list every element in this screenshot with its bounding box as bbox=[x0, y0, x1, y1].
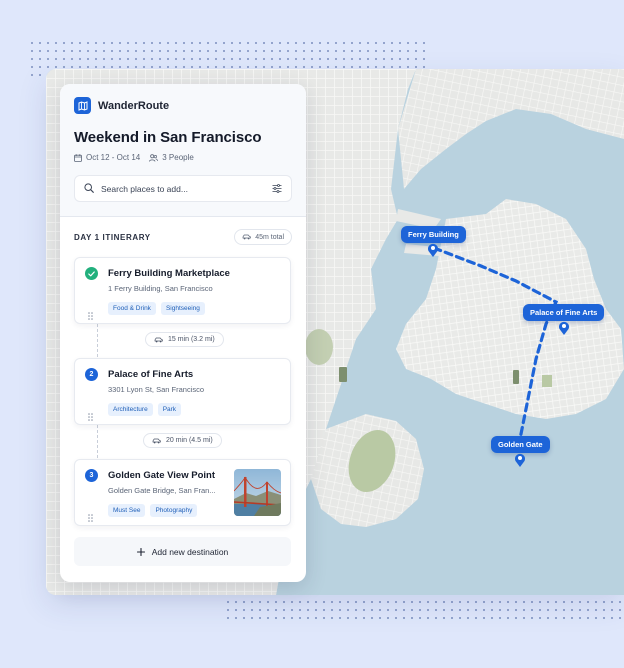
search-icon bbox=[84, 180, 94, 198]
stop-address: Golden Gate Bridge, San Fran... bbox=[108, 486, 216, 495]
itinerary-panel: WanderRoute Weekend in San Francisco Oct… bbox=[60, 84, 306, 582]
itinerary-stop[interactable]: Ferry Building Marketplace 1 Ferry Build… bbox=[74, 257, 291, 324]
app-name: WanderRoute bbox=[98, 99, 170, 112]
car-icon bbox=[242, 234, 251, 240]
trip-meta: Oct 12 - Oct 14 3 People bbox=[74, 153, 203, 162]
day-title: DAY 1 ITINERARY bbox=[74, 232, 151, 242]
map-pin-golden-gate[interactable]: Golden Gate bbox=[491, 436, 550, 467]
stop-address: 1 Ferry Building, San Francisco bbox=[108, 284, 213, 293]
tag: Food & Drink bbox=[108, 302, 156, 315]
map-pin-label: Ferry Building bbox=[401, 226, 466, 243]
timeline-connector bbox=[97, 324, 98, 357]
panel-header: WanderRoute Weekend in San Francisco Oct… bbox=[60, 84, 306, 217]
drag-handle-icon[interactable] bbox=[88, 408, 93, 426]
calendar-icon bbox=[74, 153, 82, 162]
stop-photo-golden-gate bbox=[234, 469, 281, 516]
travel-time-chip: 15 min (3.2 mi) bbox=[145, 332, 224, 347]
itinerary-stop[interactable]: 3 Golden Gate View Point Golden Gate Bri… bbox=[74, 459, 291, 526]
drag-handle-icon[interactable] bbox=[88, 307, 93, 325]
decorative-dot-grid-bottom bbox=[226, 600, 624, 626]
map-pin-ferry-building[interactable]: Ferry Building bbox=[401, 226, 466, 257]
tag: Architecture bbox=[108, 403, 153, 416]
day-header: DAY 1 ITINERARY 45m total bbox=[74, 229, 292, 245]
stop-tags: Architecture Park bbox=[108, 403, 186, 416]
add-destination-label: Add new destination bbox=[151, 546, 229, 557]
tag: Must See bbox=[108, 504, 146, 517]
tag: Photography bbox=[150, 504, 198, 517]
timeline-connector bbox=[97, 425, 98, 458]
car-icon bbox=[152, 438, 161, 443]
car-icon bbox=[154, 337, 163, 342]
stop-name: Golden Gate View Point bbox=[108, 470, 215, 481]
travel-time: 15 min (3.2 mi) bbox=[168, 336, 215, 343]
filter-icon[interactable] bbox=[272, 180, 282, 198]
map-icon bbox=[74, 97, 91, 114]
stop-tags: Must See Photography bbox=[108, 504, 202, 517]
plus-icon bbox=[136, 547, 145, 556]
drag-handle-icon[interactable] bbox=[88, 509, 93, 527]
travel-time: 20 min (4.5 mi) bbox=[166, 437, 213, 444]
total-time-badge: 45m total bbox=[234, 229, 292, 245]
stop-name: Palace of Fine Arts bbox=[108, 369, 194, 380]
people-icon bbox=[149, 153, 159, 162]
search-bar[interactable]: Search places to add... bbox=[74, 175, 292, 202]
trip-dates: Oct 12 - Oct 14 bbox=[86, 153, 141, 162]
map-pin-label: Palace of Fine Arts bbox=[523, 304, 605, 321]
stop-number-badge: 3 bbox=[85, 469, 98, 482]
travel-time-chip: 20 min (4.5 mi) bbox=[143, 433, 222, 448]
stop-tags: Food & Drink Sightseeing bbox=[108, 302, 210, 315]
itinerary-stop[interactable]: 2 Palace of Fine Arts 3301 Lyon St, San … bbox=[74, 358, 291, 425]
stop-address: 3301 Lyon St, San Francisco bbox=[108, 385, 205, 394]
stop-number-badge: 2 bbox=[85, 368, 98, 381]
map-pin-icon bbox=[558, 321, 569, 335]
trip-people: 3 People bbox=[162, 153, 194, 162]
brand[interactable]: WanderRoute bbox=[74, 97, 169, 114]
tag: Park bbox=[157, 403, 182, 416]
map-pin-icon bbox=[515, 453, 526, 467]
map-pin-label: Golden Gate bbox=[491, 436, 550, 453]
map-pin-icon bbox=[428, 243, 439, 257]
total-time: 45m total bbox=[255, 233, 284, 241]
add-destination-button[interactable]: Add new destination bbox=[74, 537, 291, 566]
trip-title: Weekend in San Francisco bbox=[74, 129, 262, 146]
tag: Sightseeing bbox=[160, 302, 205, 315]
completed-check-icon bbox=[85, 267, 98, 280]
map-pin-palace-of-fine-arts[interactable]: Palace of Fine Arts bbox=[523, 304, 605, 335]
search-input[interactable]: Search places to add... bbox=[101, 184, 272, 194]
stop-name: Ferry Building Marketplace bbox=[108, 268, 230, 279]
